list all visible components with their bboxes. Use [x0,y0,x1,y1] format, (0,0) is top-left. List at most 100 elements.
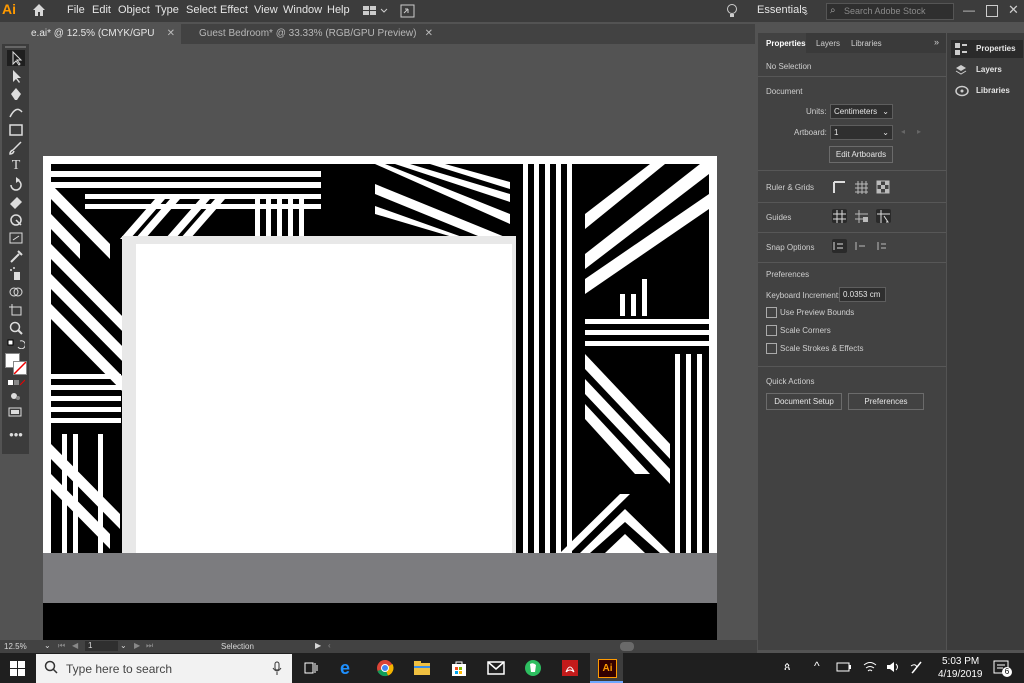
scroll-left-icon[interactable]: ‹ [328,641,331,650]
menu-type[interactable]: Type [155,4,179,16]
dock-properties[interactable]: Properties [951,40,1023,58]
free-transform-tool-icon[interactable] [7,230,25,246]
selection-tool-icon[interactable] [7,50,25,66]
transparency-grid-icon[interactable] [876,180,891,194]
tab-properties[interactable]: Properties [766,39,806,48]
next-artboard-icon[interactable]: ▸ [917,127,921,136]
last-artboard-icon[interactable]: ⏭ [146,641,153,651]
scale-corners-checkbox[interactable] [766,325,777,336]
chrome-browser-icon[interactable] [376,659,394,677]
tab-guest-bedroom[interactable]: Guest Bedroom* @ 33.33% (RGB/GPU Preview… [195,24,439,44]
artboard-tool-icon[interactable] [7,302,25,318]
wifi-icon[interactable] [862,660,878,674]
minimize-button[interactable]: — [963,3,975,17]
keyboard-increment-field[interactable]: 0.0353 cm [839,287,886,302]
artboard-select[interactable]: 1 ⌄ [830,125,893,140]
close-tab-icon[interactable]: ✕ [425,24,433,44]
use-preview-bounds-checkbox[interactable] [766,307,777,318]
panel-collapse-icon[interactable]: » [934,37,939,47]
evernote-icon[interactable] [524,659,542,677]
rectangle-tool-icon[interactable] [7,122,25,138]
eyedropper-tool-icon[interactable] [7,248,25,264]
snap-to-glyph-icon[interactable] [876,239,891,253]
status-menu-arrow-icon[interactable]: ▶ [315,641,321,650]
snap-to-pixel-icon[interactable] [854,239,869,253]
menu-file[interactable]: File [67,4,85,16]
tab-layers[interactable]: Layers [816,39,840,48]
home-icon[interactable] [32,3,46,17]
close-tab-icon[interactable]: ✕ [167,24,175,44]
taskbar-search-box[interactable]: Type here to search [36,654,292,683]
stock-search-input[interactable]: ⌕ Search Adobe Stock [826,3,954,20]
lightbulb-icon[interactable] [726,3,738,19]
clock-time[interactable]: 5:03 PM [942,656,979,667]
menu-window[interactable]: Window [283,4,322,16]
preferences-button[interactable]: Preferences [848,393,924,410]
first-artboard-icon[interactable]: ⏮ [58,641,65,651]
workspace-switcher[interactable]: Essentials [757,4,807,16]
artboard-chevron-icon[interactable]: ⌄ [120,641,127,650]
microphone-icon[interactable] [272,661,282,676]
dock-libraries[interactable]: Libraries [951,82,1023,100]
scale-strokes-checkbox[interactable] [766,343,777,354]
previous-artboard-icon[interactable]: ◀ [72,641,78,650]
edge-browser-icon[interactable]: e [340,659,358,677]
menu-view[interactable]: View [254,4,278,16]
direct-selection-tool-icon[interactable] [7,68,25,84]
units-select[interactable]: Centimeters ⌄ [830,104,893,119]
next-artboard-icon[interactable]: ▶ [134,641,140,650]
edit-artboards-button[interactable]: Edit Artboards [829,146,893,163]
mail-icon[interactable] [487,661,505,675]
arrange-documents-icon[interactable] [362,5,388,17]
pen-workspace-icon[interactable] [910,660,924,674]
curvature-tool-icon[interactable] [7,104,25,120]
windows-start-icon[interactable] [10,661,25,676]
menu-object[interactable]: Object [118,4,150,16]
clock-date[interactable]: 4/19/2019 [938,669,983,680]
eraser-tool-icon[interactable] [7,194,25,210]
menu-select[interactable]: Select [186,4,217,16]
people-icon[interactable]: ጰ [784,661,791,674]
draw-mode-icon[interactable] [7,390,25,406]
acrobat-icon[interactable] [561,659,579,677]
zoom-chevron-icon[interactable]: ⌄ [44,641,51,650]
rulers-icon[interactable] [832,180,847,194]
horizontal-scrollbar-thumb[interactable] [620,642,634,651]
grid-icon[interactable] [854,180,869,194]
menu-effect[interactable]: Effect [220,4,248,16]
gpu-performance-icon[interactable] [400,4,415,18]
file-explorer-icon[interactable] [413,660,431,676]
volume-icon[interactable] [886,660,900,674]
menu-edit[interactable]: Edit [92,4,111,16]
edit-toolbar-icon[interactable]: ••• [7,428,25,446]
document-setup-button[interactable]: Document Setup [766,393,842,410]
smart-guides-icon[interactable] [876,209,891,223]
screen-mode-icon[interactable] [7,406,25,422]
menu-help[interactable]: Help [327,4,350,16]
canvas-area[interactable] [30,44,757,640]
lock-guides-icon[interactable] [854,209,869,223]
illustrator-taskbar-button[interactable]: Ai [590,653,623,683]
fill-stroke-swatch[interactable] [5,353,27,375]
close-window-button[interactable]: ✕ [1008,2,1019,18]
task-view-icon[interactable] [303,660,319,676]
pen-tool-icon[interactable] [7,86,25,102]
tab-libraries[interactable]: Libraries [851,39,882,48]
stroke-swatch[interactable] [13,361,27,375]
rotate-tool-icon[interactable] [7,176,25,192]
maximize-button[interactable] [986,5,998,17]
shape-builder-tool-icon[interactable] [7,284,25,300]
battery-icon[interactable] [836,662,852,672]
dock-layers[interactable]: Layers [951,61,1023,79]
symbol-sprayer-tool-icon[interactable] [7,266,25,282]
store-icon[interactable] [450,659,468,677]
paintbrush-tool-icon[interactable] [7,140,25,156]
snap-to-point-icon[interactable] [832,239,847,253]
toolbar-grip[interactable] [5,46,26,48]
show-guides-icon[interactable] [832,209,847,223]
previous-artboard-icon[interactable]: ◂ [901,127,905,136]
zoom-tool-icon[interactable] [7,320,25,336]
puppet-warp-tool-icon[interactable] [7,212,25,228]
tab-document-1[interactable]: e.ai* @ 12.5% (CMYK/GPU Preview) ✕ [27,24,181,59]
zoom-level[interactable]: 12.5% [4,642,27,651]
